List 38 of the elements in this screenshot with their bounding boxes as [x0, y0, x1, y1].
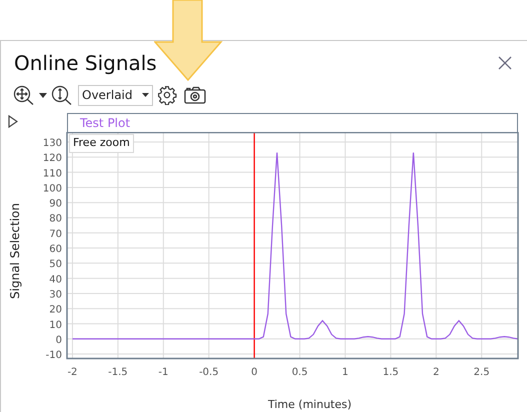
zoom-pan-icon[interactable]	[13, 85, 35, 105]
y-tick-label: 80	[49, 214, 62, 225]
y-tick-label: -10	[46, 350, 62, 362]
view-mode-select[interactable]: Overlaid	[78, 84, 153, 106]
y-tick-label: 70	[49, 228, 62, 240]
x-tick-label: -0.5	[199, 367, 219, 378]
x-tick-label: -2	[67, 367, 78, 378]
settings-icon[interactable]	[157, 85, 177, 105]
x-tick-label: 0	[251, 367, 258, 378]
y-tick-label: 60	[49, 244, 62, 256]
plot-title: Test Plot	[80, 115, 130, 132]
x-tick-label: -1	[158, 367, 168, 378]
y-tick-label: 50	[49, 259, 62, 270]
x-tick-label: 0.5	[292, 367, 308, 378]
y-axis-title: Signal Selection	[8, 203, 22, 299]
zoom-vertical-icon[interactable]	[51, 85, 73, 105]
y-tick-label: 40	[49, 274, 62, 286]
x-tick-label: 2	[432, 367, 440, 378]
y-tick-label: 0	[56, 334, 62, 346]
caret-icon	[142, 93, 149, 97]
y-tick-label: 110	[42, 168, 62, 180]
x-axis-title: Time (minutes)	[268, 398, 352, 411]
y-tick-label: 10	[49, 320, 62, 331]
x-tick-label: -1.5	[108, 367, 128, 378]
close-button[interactable]	[497, 55, 513, 71]
y-tick-label: 30	[49, 289, 62, 300]
y-tick-label: 20	[49, 304, 62, 316]
zoom-mode-label: Free zoom	[69, 134, 134, 152]
y-tick-label: 130	[42, 138, 62, 149]
camera-icon[interactable]	[184, 85, 206, 105]
window-title: Online Signals	[14, 50, 157, 77]
y-tick-label: 90	[49, 198, 62, 210]
expand-icon[interactable]	[8, 115, 18, 128]
y-tick-label: 100	[42, 183, 62, 194]
x-tick-label: 1.5	[382, 367, 399, 378]
y-tick-label: 120	[42, 153, 62, 164]
x-tick-label: 2.5	[474, 367, 490, 378]
x-tick-label: 1	[342, 367, 348, 378]
